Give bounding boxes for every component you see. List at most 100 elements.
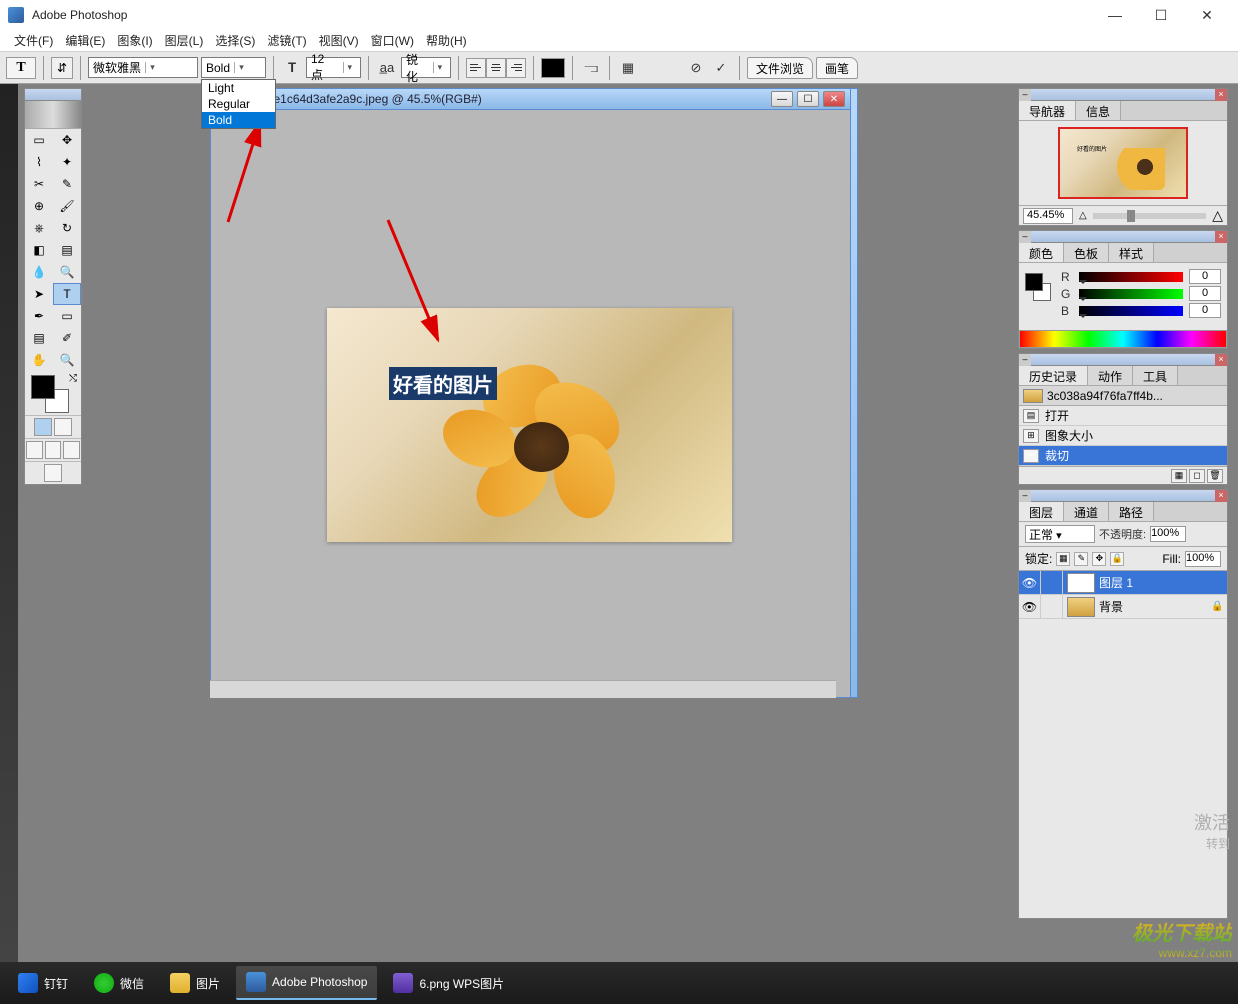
lock-position-button[interactable]: ✥ <box>1092 552 1106 566</box>
panel-minimize-icon[interactable]: – <box>1019 490 1031 502</box>
history-step-open[interactable]: ▤打开 <box>1019 406 1227 426</box>
eyedropper-tool[interactable]: ✐ <box>53 327 81 349</box>
clone-stamp-tool[interactable]: ⎈ <box>25 217 53 239</box>
crop-tool[interactable]: ✂ <box>25 173 53 195</box>
blue-value[interactable]: 0 <box>1189 303 1221 318</box>
weight-option-regular[interactable]: Regular <box>202 96 275 112</box>
move-tool[interactable]: ✥ <box>53 129 81 151</box>
jump-to-imageready[interactable] <box>44 464 62 482</box>
navigator-zoom-slider[interactable] <box>1093 213 1207 219</box>
commit-edit-button[interactable]: ✓ <box>710 57 732 79</box>
cancel-edit-button[interactable]: ⊘ <box>685 57 707 79</box>
image-canvas[interactable]: 好看的图片 <box>327 308 732 542</box>
brush-tool[interactable]: 🖌 <box>53 195 81 217</box>
file-browser-button[interactable]: 文件浏览 <box>747 57 813 79</box>
path-selection-tool[interactable]: ➤ <box>25 283 53 305</box>
brush-panel-button[interactable]: 画笔 <box>816 57 858 79</box>
green-slider[interactable] <box>1079 289 1183 299</box>
weight-option-light[interactable]: Light <box>202 80 275 96</box>
history-brush-tool[interactable]: ↻ <box>53 217 81 239</box>
type-tool[interactable]: T <box>53 283 81 305</box>
tab-history[interactable]: 历史记录 <box>1019 366 1088 385</box>
taskbar-item-photoshop[interactable]: Adobe Photoshop <box>236 966 377 1000</box>
panel-minimize-icon[interactable]: – <box>1019 89 1031 101</box>
toolbox-header[interactable] <box>25 89 81 101</box>
zoom-out-icon[interactable]: △ <box>1079 210 1087 221</box>
align-left-button[interactable] <box>466 58 486 78</box>
maximize-button[interactable]: ☐ <box>1138 0 1184 30</box>
foreground-color-swatch[interactable] <box>31 375 55 399</box>
tab-actions[interactable]: 动作 <box>1088 366 1133 385</box>
red-value[interactable]: 0 <box>1189 269 1221 284</box>
taskbar-item-pictures[interactable]: 图片 <box>160 966 230 1000</box>
warp-text-button[interactable]: ⫎ <box>580 57 602 79</box>
doc-scrollbar-horizontal[interactable] <box>210 680 836 698</box>
tab-paths[interactable]: 路径 <box>1109 502 1154 521</box>
blue-slider[interactable] <box>1079 306 1183 316</box>
navigator-zoom-input[interactable]: 45.45% <box>1023 208 1073 224</box>
opacity-input[interactable]: 100% <box>1150 526 1186 542</box>
standard-mode-button[interactable] <box>34 418 52 436</box>
green-value[interactable]: 0 <box>1189 286 1221 301</box>
blur-tool[interactable]: 💧 <box>25 261 53 283</box>
document-canvas-area[interactable]: 好看的图片 <box>210 110 852 698</box>
red-slider[interactable] <box>1079 272 1183 282</box>
layer-link-toggle[interactable] <box>1041 571 1063 595</box>
taskbar-item-wps-image[interactable]: 6.png WPS图片 <box>383 966 514 1000</box>
panel-header[interactable]: –× <box>1019 490 1227 502</box>
blend-mode-combo[interactable]: 正常 ▾ <box>1025 525 1095 543</box>
panel-header[interactable]: –× <box>1019 89 1227 101</box>
new-snapshot-button[interactable]: ◻ <box>1189 469 1205 483</box>
tab-tools[interactable]: 工具 <box>1133 366 1178 385</box>
tab-swatches[interactable]: 色板 <box>1064 243 1109 262</box>
layer-visibility-toggle[interactable]: 👁 <box>1019 595 1041 619</box>
minimize-button[interactable]: — <box>1092 0 1138 30</box>
screen-mode-fullmenu[interactable] <box>45 441 62 459</box>
weight-option-bold[interactable]: Bold <box>202 112 275 128</box>
text-layer-selection[interactable]: 好看的图片 <box>389 367 497 400</box>
panel-close-icon[interactable]: × <box>1215 89 1227 101</box>
zoom-tool[interactable]: 🔍 <box>53 349 81 371</box>
history-step-crop[interactable]: ✂裁切 <box>1019 446 1227 466</box>
panel-minimize-icon[interactable]: – <box>1019 231 1031 243</box>
tab-layers[interactable]: 图层 <box>1019 502 1064 521</box>
foreground-background-colors[interactable]: ⤭ <box>25 371 81 415</box>
menu-window[interactable]: 窗口(W) <box>365 30 420 51</box>
menu-help[interactable]: 帮助(H) <box>420 30 473 51</box>
delete-state-button[interactable]: 🗑 <box>1207 469 1223 483</box>
document-titlebar[interactable]: fa7ff4be1c64d3afe2a9c.jpeg @ 45.5%(RGB#)… <box>210 88 852 110</box>
history-step-image-size[interactable]: ⊞图象大小 <box>1019 426 1227 446</box>
taskbar-item-dingtalk[interactable]: 钉钉 <box>8 966 78 1000</box>
lasso-tool[interactable]: ⌇ <box>25 151 53 173</box>
tab-color[interactable]: 颜色 <box>1019 243 1064 262</box>
text-color-swatch[interactable] <box>541 58 565 78</box>
history-snapshot-row[interactable]: 3c038a94f76fa7ff4b... <box>1019 386 1227 406</box>
menu-view[interactable]: 视图(V) <box>313 30 365 51</box>
quickmask-mode-button[interactable] <box>54 418 72 436</box>
tab-navigator[interactable]: 导航器 <box>1019 101 1076 120</box>
hand-tool[interactable]: ✋ <box>25 349 53 371</box>
zoom-in-icon[interactable]: △ <box>1212 207 1223 224</box>
panel-minimize-icon[interactable]: – <box>1019 354 1031 366</box>
panel-close-icon[interactable]: × <box>1215 490 1227 502</box>
lock-pixels-button[interactable]: ✎ <box>1074 552 1088 566</box>
align-center-button[interactable] <box>486 58 506 78</box>
lock-transparency-button[interactable]: ▦ <box>1056 552 1070 566</box>
menu-filter[interactable]: 滤镜(T) <box>261 30 312 51</box>
panel-header[interactable]: –× <box>1019 354 1227 366</box>
layer-name[interactable]: 图层 1 <box>1099 574 1227 591</box>
marquee-tool[interactable]: ▭ <box>25 129 53 151</box>
layer-visibility-toggle[interactable]: 👁 <box>1019 571 1041 595</box>
tab-styles[interactable]: 样式 <box>1109 243 1154 262</box>
screen-mode-full[interactable] <box>63 441 80 459</box>
layer-name[interactable]: 背景 <box>1099 598 1211 615</box>
taskbar-item-wechat[interactable]: 微信 <box>84 966 154 1000</box>
character-panel-button[interactable]: ▦ <box>617 57 639 79</box>
navigator-thumbnail[interactable]: 好看的图片 <box>1058 127 1188 199</box>
layer-row-background[interactable]: 👁 背景 🔒 <box>1019 595 1227 619</box>
panel-close-icon[interactable]: × <box>1215 231 1227 243</box>
font-weight-combo[interactable]: Bold ▾ Light Regular Bold <box>201 57 266 78</box>
anti-alias-combo[interactable]: 锐化 ▾ <box>401 57 451 78</box>
dodge-tool[interactable]: 🔍 <box>53 261 81 283</box>
current-tool-indicator[interactable]: T <box>6 57 36 79</box>
